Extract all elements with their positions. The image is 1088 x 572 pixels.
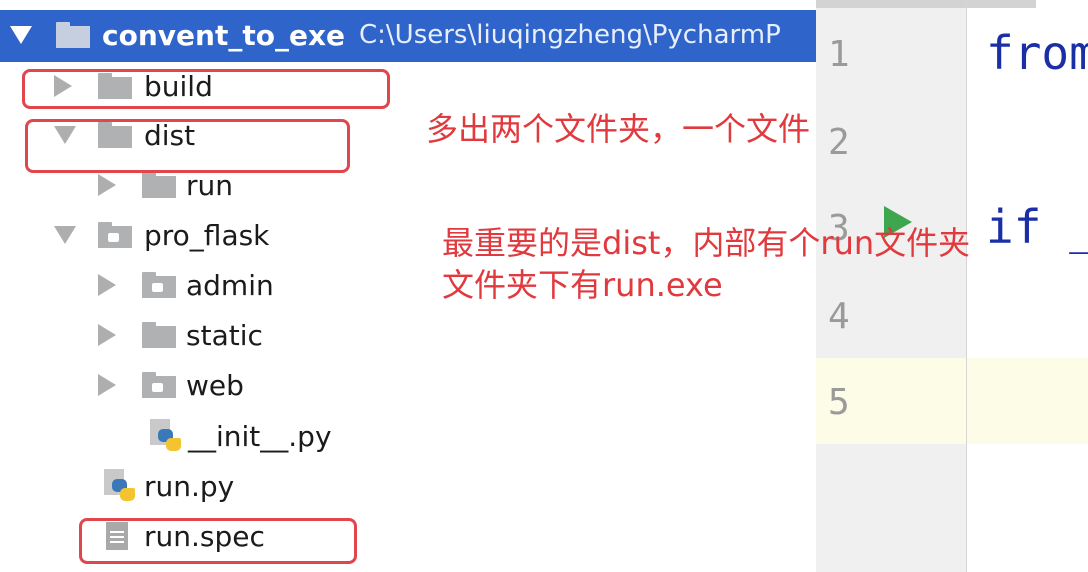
code-editor[interactable] [967,0,1088,572]
code-line[interactable]: from [986,26,1088,80]
tree-item-label: web [186,368,244,402]
collapse-arrow-icon[interactable] [98,374,116,396]
python-file-icon [150,419,182,453]
collapse-arrow-icon[interactable] [98,324,116,346]
tree-item-static[interactable]: static [98,310,263,360]
annotation-note: 文件夹下有run.exe [442,266,723,304]
tree-root-row[interactable]: convent_to_exe C:\Users\liuqingzheng\Pyc… [0,10,816,62]
package-folder-icon [142,272,176,298]
tree-item-label: __init__.py [188,419,332,453]
annotation-box-run-spec [79,518,357,564]
tree-item-admin[interactable]: admin [98,260,274,310]
folder-icon [142,322,176,348]
annotation-box-build [22,69,390,109]
python-file-icon [104,469,136,503]
line-number: 1 [828,34,850,75]
tree-item-label: run [186,168,234,202]
code-line[interactable]: if __ [986,200,1088,254]
editor-gutter [816,0,966,572]
tree-item-label: static [186,318,263,352]
line-number: 2 [828,122,850,163]
annotation-box-dist [25,119,350,173]
annotation-note: 多出两个文件夹，一个文件 [426,110,811,148]
folder-icon [56,22,90,48]
tree-item-label: pro_flask [144,218,270,252]
tree-item-label: run.py [144,469,235,503]
expand-arrow-icon[interactable] [54,226,76,244]
project-name: convent_to_exe [102,18,345,52]
line-number: 4 [828,296,850,337]
tree-item-init-py[interactable]: __init__.py [150,411,332,461]
package-folder-icon [98,222,132,248]
folder-icon [142,172,176,198]
tree-item-pro-flask[interactable]: pro_flask [54,210,269,260]
project-path: C:\Users\liuqingzheng\PycharmP [359,20,781,50]
tree-item-label: admin [186,268,274,302]
collapse-arrow-icon[interactable] [98,174,116,196]
line-number: 5 [828,382,850,423]
package-folder-icon [142,372,176,398]
tree-item-web[interactable]: web [98,360,244,410]
annotation-note: 最重要的是dist，内部有个run文件夹 [442,224,971,262]
collapse-arrow-icon[interactable] [98,274,116,296]
expand-arrow-icon[interactable] [10,26,32,44]
tree-item-run-py[interactable]: run.py [104,461,234,511]
